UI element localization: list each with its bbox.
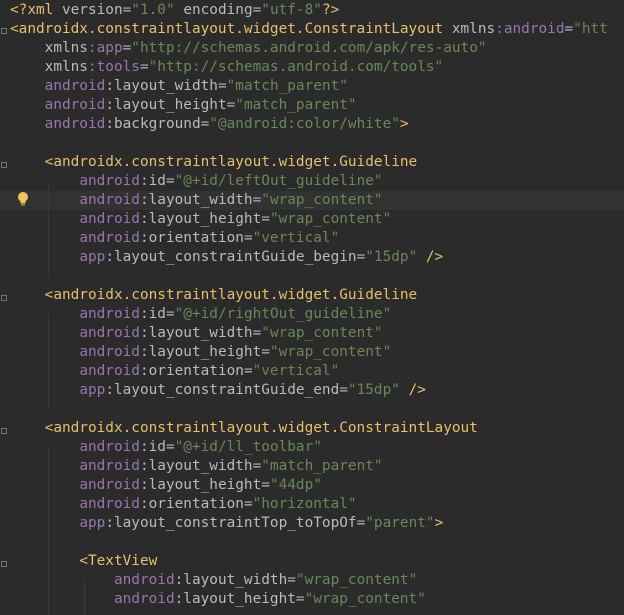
- code-line[interactable]: xmlns:app="http://schemas.android.com/ap…: [10, 39, 487, 58]
- code-line[interactable]: <androidx.constraintlayout.widget.Guidel…: [10, 153, 418, 172]
- code-line[interactable]: app:layout_constraintGuide_end="15dp" />: [10, 381, 426, 400]
- code-line[interactable]: android:layout_height="wrap_content": [10, 343, 391, 362]
- fold-marker-icon[interactable]: [1, 561, 7, 567]
- code-line[interactable]: android:orientation="vertical": [10, 229, 339, 248]
- code-line[interactable]: android:layout_height="44dp": [10, 476, 322, 495]
- code-line[interactable]: android:id="@+id/ll_toolbar": [10, 438, 322, 457]
- code-line[interactable]: android:layout_width="wrap_content": [10, 324, 382, 343]
- code-line[interactable]: android:layout_width="match_parent": [10, 457, 382, 476]
- fold-marker-icon[interactable]: [1, 28, 7, 34]
- code-line[interactable]: android:orientation="vertical": [10, 362, 339, 381]
- code-line[interactable]: android:layout_height="match_parent": [10, 96, 357, 115]
- code-line[interactable]: android:layout_width="match_parent": [10, 77, 348, 96]
- code-line[interactable]: <TextView: [10, 552, 157, 571]
- code-line[interactable]: <androidx.constraintlayout.widget.Guidel…: [10, 286, 418, 305]
- code-line[interactable]: android:background="@android:color/white…: [10, 115, 409, 134]
- code-line[interactable]: <androidx.constraintlayout.widget.Constr…: [10, 20, 608, 39]
- fold-marker-icon[interactable]: [1, 295, 7, 301]
- fold-gutter: [0, 0, 10, 615]
- code-editor[interactable]: <?xml version="1.0" encoding="utf-8"?> <a…: [0, 0, 624, 615]
- code-line[interactable]: xmlns:tools="http://schemas.android.com/…: [10, 58, 444, 77]
- code-line[interactable]: <?xml version="1.0" encoding="utf-8"?>: [10, 1, 339, 20]
- fold-marker-icon[interactable]: [1, 428, 7, 434]
- code-line[interactable]: app:layout_constraintGuide_begin="15dp" …: [10, 248, 443, 267]
- code-line[interactable]: android:layout_height="wrap_content": [10, 590, 426, 609]
- code-line[interactable]: android:id="@+id/rightOut_guideline": [10, 305, 391, 324]
- code-line[interactable]: android:layout_width="wrap_content": [10, 191, 382, 210]
- fold-marker-icon[interactable]: [1, 162, 7, 168]
- code-line[interactable]: app:layout_constraintTop_toTopOf="parent…: [10, 514, 443, 533]
- code-line[interactable]: android:id="@+id/leftOut_guideline": [10, 172, 382, 191]
- code-line[interactable]: android:orientation="horizontal": [10, 495, 356, 514]
- code-line[interactable]: android:layout_width="wrap_content": [10, 571, 417, 590]
- code-line[interactable]: android:layout_height="wrap_content": [10, 210, 391, 229]
- code-line[interactable]: <androidx.constraintlayout.widget.Constr…: [10, 419, 478, 438]
